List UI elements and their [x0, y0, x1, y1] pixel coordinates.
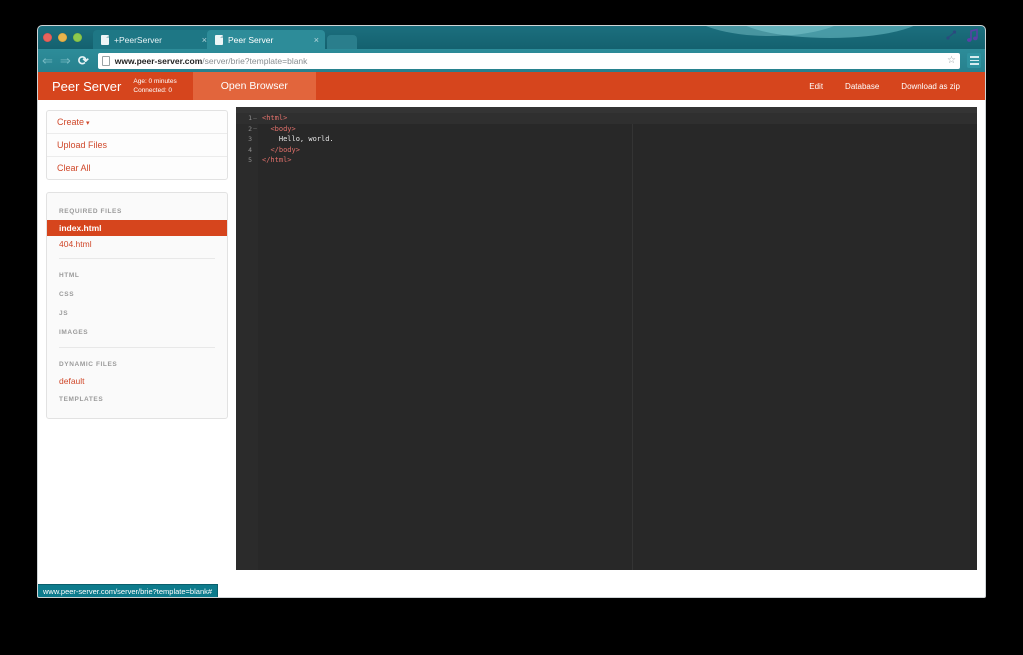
server-meta: Age: 0 minutes Connected: 0 — [133, 72, 192, 100]
sidebar-actions-card: Create ▾ Upload Files Clear All — [46, 110, 228, 180]
line-number: 5 — [248, 156, 252, 165]
url-path: /server/brie?template=blank — [202, 55, 308, 66]
bookmark-star-icon[interactable]: ☆ — [947, 55, 956, 66]
chevron-down-icon: ▾ — [86, 120, 90, 127]
sidebar-divider-2 — [59, 347, 215, 348]
editor-line[interactable]: 3 Hello, world. — [236, 134, 977, 145]
maximize-window-button[interactable] — [73, 33, 82, 42]
create-menu-button[interactable]: Create ▾ — [47, 111, 227, 134]
templates-header[interactable]: TEMPLATES — [47, 389, 227, 408]
address-bar[interactable]: www.peer-server.com/server/brie?template… — [97, 52, 960, 69]
music-note-icon[interactable] — [966, 28, 979, 43]
server-connected: Connected: 0 — [133, 87, 173, 94]
page-icon — [101, 34, 109, 45]
clear-all-button[interactable]: Clear All — [47, 157, 227, 179]
group-html[interactable]: HTML — [47, 265, 227, 284]
upload-files-button[interactable]: Upload Files — [47, 134, 227, 157]
download-zip-button[interactable]: Download as zip — [890, 72, 971, 100]
browser-tab-1[interactable]: +PeerServer × — [93, 30, 213, 49]
line-content: </html> — [258, 156, 292, 164]
file-item-404-html[interactable]: 404.html — [47, 236, 227, 252]
header-actions: Edit Database Download as zip — [798, 72, 985, 100]
line-number: 4 — [248, 145, 252, 154]
group-js[interactable]: JS — [47, 303, 227, 322]
reload-icon[interactable]: ⟳ — [78, 54, 89, 67]
editor-line[interactable]: 5 </html> — [236, 155, 977, 166]
html-tag: <html> — [262, 114, 288, 123]
minimize-window-button[interactable] — [58, 33, 67, 42]
back-icon[interactable]: ⇐ — [42, 54, 53, 67]
close-tab-icon[interactable]: × — [314, 35, 319, 45]
dynamic-files-header: DYNAMIC FILES — [59, 361, 118, 368]
window-controls[interactable] — [43, 33, 82, 42]
edit-button[interactable]: Edit — [798, 72, 834, 100]
editor-line[interactable]: 2– <body> — [236, 124, 977, 135]
line-content: Hello, world. — [262, 135, 334, 144]
open-browser-button[interactable]: Open Browser — [192, 72, 316, 100]
browser-tab-2[interactable]: Peer Server × — [207, 30, 325, 49]
editor-gutter — [236, 113, 258, 570]
new-tab-button[interactable] — [327, 35, 357, 49]
app-content: Create ▾ Upload Files Clear All REQUIRED … — [38, 100, 985, 570]
window-icons — [945, 28, 979, 43]
sidebar-files-card: REQUIRED FILES index.html 404.html HTML … — [46, 192, 228, 419]
code-editor[interactable]: 1– <html> 2– <body> 3 Hello, world. 4 </body… — [236, 107, 977, 570]
app-brand[interactable]: Peer Server — [38, 72, 133, 100]
sidebar: Create ▾ Upload Files Clear All REQUIRED … — [38, 100, 236, 570]
sidebar-divider-1 — [59, 258, 215, 259]
editor-code-area[interactable]: 1– <html> 2– <body> 3 Hello, world. 4 </body… — [236, 113, 977, 166]
editor-line[interactable]: 4 </body> — [236, 145, 977, 156]
line-number: 2 — [248, 124, 252, 133]
forward-icon[interactable]: ⇒ — [60, 54, 71, 67]
tab-strip: +PeerServer × Peer Server × — [93, 30, 357, 49]
browser-window: +PeerServer × Peer Server × ⇐ ⇒ ⟳ www.pe… — [37, 25, 986, 598]
address-bar-url: www.peer-server.com/server/brie?template… — [115, 56, 308, 66]
page-icon — [215, 34, 223, 45]
tab-title: Peer Server — [228, 34, 274, 45]
editor-line[interactable]: 1– <html> — [236, 113, 977, 124]
line-number: 1 — [248, 114, 252, 123]
status-bar: www.peer-server.com/server/brie?template… — [38, 584, 219, 597]
html-tag: </html> — [262, 156, 292, 165]
browser-titlebar: +PeerServer × Peer Server × — [38, 26, 985, 49]
server-age: Age: 0 minutes — [133, 77, 177, 85]
close-window-button[interactable] — [43, 33, 52, 42]
dynamic-file-default[interactable]: default — [47, 373, 227, 389]
print-margin-guide — [632, 113, 633, 570]
share-icon[interactable] — [945, 29, 958, 42]
tab-title: +PeerServer — [114, 34, 162, 45]
line-content: <html> — [258, 114, 287, 122]
database-button[interactable]: Database — [834, 72, 890, 100]
line-number: 3 — [248, 135, 252, 144]
file-item-index-html[interactable]: index.html — [47, 220, 227, 236]
line-content: </body> — [258, 146, 300, 154]
app-header: Peer Server Age: 0 minutes Connected: 0 … — [38, 72, 985, 100]
browser-toolbar: ⇐ ⇒ ⟳ www.peer-server.com/server/brie?te… — [38, 49, 985, 72]
browser-menu-icon[interactable] — [967, 53, 981, 68]
group-css[interactable]: CSS — [47, 284, 227, 303]
html-tag: </body> — [270, 145, 300, 154]
required-files-header: REQUIRED FILES — [59, 208, 122, 215]
page-info-icon[interactable] — [101, 55, 110, 66]
group-images[interactable]: IMAGES — [47, 322, 227, 341]
line-content: <body> — [258, 124, 296, 133]
url-domain: www.peer-server.com — [114, 55, 203, 66]
html-tag: <body> — [270, 124, 296, 133]
create-label: Create — [57, 117, 85, 127]
